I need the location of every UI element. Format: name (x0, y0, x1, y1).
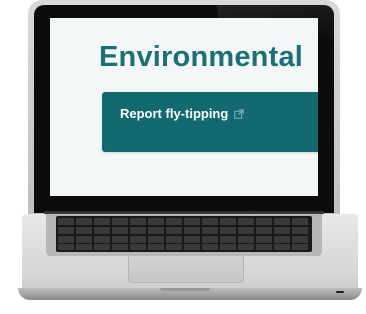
report-card[interactable]: Report fly-tipping (102, 92, 318, 152)
page-title: Environmental (99, 41, 304, 73)
key-row (58, 236, 310, 243)
laptop-screen: Environmental Report fly-tipping (50, 18, 318, 196)
lid-notch (160, 288, 210, 291)
trackpad (128, 256, 244, 283)
external-link-icon (234, 109, 245, 119)
report-link-label: Report fly-tipping (120, 106, 229, 121)
key-row (58, 218, 310, 225)
key-row (58, 244, 310, 250)
key-row (58, 227, 310, 234)
keyboard (56, 216, 312, 252)
power-indicator (336, 291, 344, 293)
report-fly-tipping-link[interactable]: Report fly-tipping (120, 106, 245, 121)
